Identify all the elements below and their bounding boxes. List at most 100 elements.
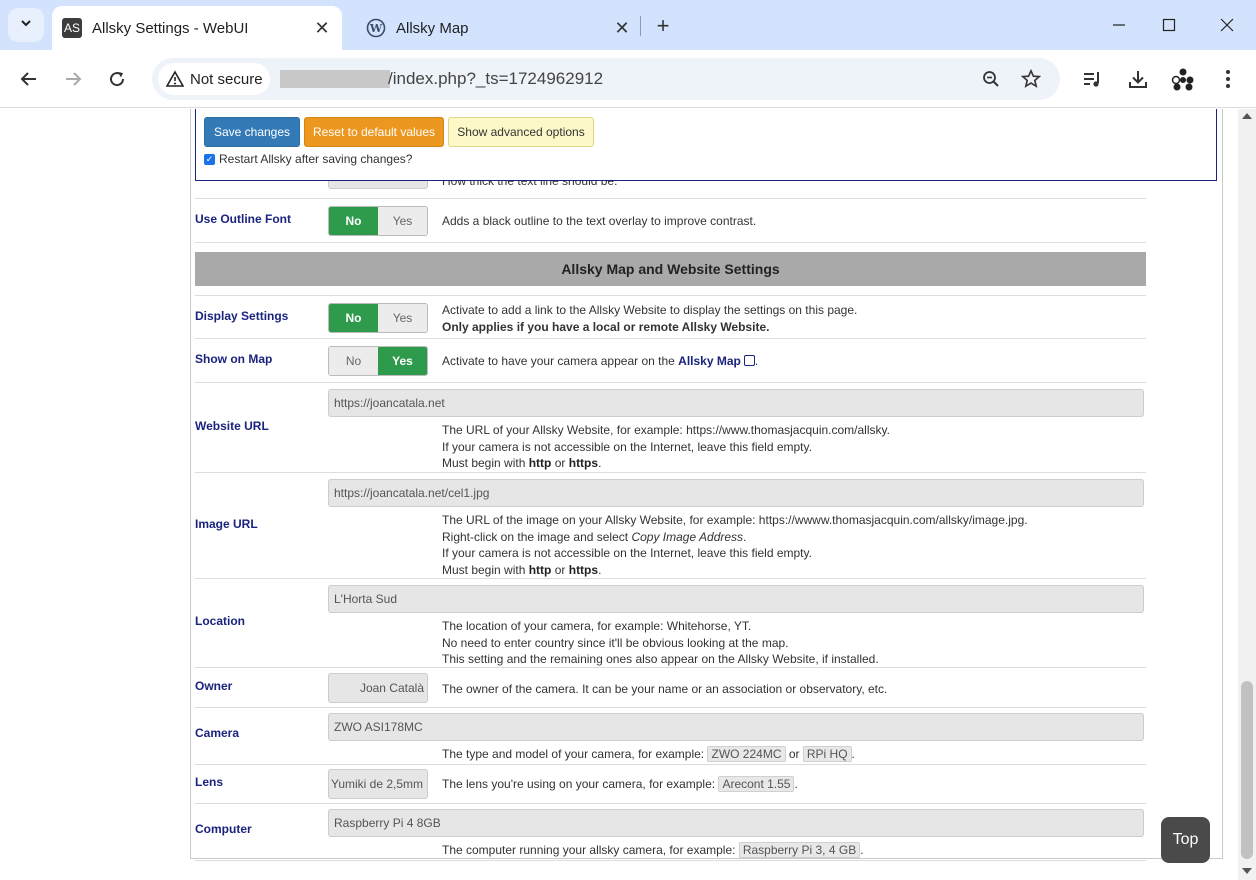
website-url-input[interactable]: https://joancatala.net: [328, 389, 1144, 417]
description-line: Activate to add a link to the Allsky Web…: [442, 303, 858, 317]
description-text: The lens you're using on your camera, fo…: [442, 777, 716, 791]
download-icon[interactable]: [1121, 62, 1155, 96]
description-line: Right-click on the image and select Copy…: [442, 529, 747, 544]
scroll-top-button[interactable]: Top: [1161, 817, 1210, 863]
setting-description: The computer running your allsky camera,…: [442, 842, 864, 858]
settings-action-bar: Save changes Reset to default values Sho…: [195, 109, 1217, 181]
wordpress-icon: W: [366, 18, 386, 38]
svg-text:W: W: [369, 22, 383, 35]
redacted-host: [280, 70, 390, 88]
tab-search-button[interactable]: [8, 8, 44, 42]
maximize-icon[interactable]: [1146, 8, 1192, 42]
setting-description: Adds a black outline to the text overlay…: [442, 214, 757, 228]
forward-icon[interactable]: [56, 62, 90, 96]
toggle-yes[interactable]: Yes: [378, 347, 427, 375]
more-menu-icon[interactable]: [1211, 62, 1245, 96]
restart-label: Restart Allsky after saving changes?: [219, 152, 413, 166]
allsky-favicon-icon: AS: [62, 18, 82, 38]
minimize-icon[interactable]: [1096, 8, 1142, 42]
reset-defaults-button[interactable]: Reset to default values: [304, 117, 444, 147]
media-controls-icon[interactable]: [1076, 62, 1110, 96]
setting-label: Owner: [195, 679, 233, 693]
toggle-no[interactable]: No: [329, 304, 378, 332]
toggle-yes[interactable]: Yes: [378, 207, 427, 235]
setting-description: Activate to add a link to the Allsky Web…: [442, 302, 857, 335]
new-tab-button[interactable]: +: [648, 11, 678, 41]
close-icon[interactable]: ✕: [610, 16, 634, 40]
http-text: http: [528, 563, 552, 578]
settings-row-website-url: Website URL https://joancatala.net The U…: [195, 383, 1146, 473]
image-url-input[interactable]: https://joancatala.net/cel1.jpg: [328, 479, 1144, 507]
save-changes-button[interactable]: Save changes: [204, 117, 300, 147]
zoom-icon[interactable]: [978, 66, 1004, 92]
copy-image-address-text: Copy Image Address: [631, 529, 744, 544]
example-code: RPi HQ: [802, 746, 852, 762]
address-bar[interactable]: Not secure /index.php?_ts=1724962912: [152, 58, 1060, 100]
security-indicator[interactable]: Not secure: [158, 63, 270, 95]
scroll-up-arrow-icon[interactable]: [1242, 113, 1252, 119]
outline-font-toggle[interactable]: No Yes: [328, 206, 428, 236]
or-text: or: [554, 563, 566, 578]
allsky-map-link[interactable]: Allsky Map: [678, 354, 741, 368]
setting-description: The URL of your Allsky Website, for exam…: [442, 422, 890, 472]
scrollbar[interactable]: [1238, 109, 1256, 880]
section-header: Allsky Map and Website Settings: [195, 252, 1146, 286]
tab-title: Allsky Settings - WebUI: [92, 19, 249, 37]
show-on-map-toggle[interactable]: No Yes: [328, 346, 428, 376]
description-line: Must begin with http or https.: [442, 456, 602, 471]
restart-checkbox-row[interactable]: ✓ Restart Allsky after saving changes?: [204, 152, 412, 166]
url-text: /index.php?_ts=1724962912: [388, 69, 604, 88]
description-line: The URL of your Allsky Website, for exam…: [442, 423, 890, 437]
description-line: This setting and the remaining ones also…: [442, 652, 879, 667]
toggle-no[interactable]: No: [329, 207, 378, 235]
setting-label: Camera: [195, 726, 240, 740]
toggle-yes[interactable]: Yes: [378, 304, 427, 332]
location-input[interactable]: L'Horta Sud: [328, 585, 1144, 613]
http-text: http: [528, 456, 552, 471]
external-link-icon[interactable]: [743, 355, 755, 366]
chevron-down-icon: [19, 16, 33, 35]
settings-row-lens: Lens Yumiki de 2,5mm c The lens you're u…: [195, 765, 1146, 804]
settings-row-show-on-map: Show on Map No Yes Activate to have your…: [195, 339, 1146, 383]
scrollbar-thumb[interactable]: [1241, 681, 1253, 859]
tab-allsky-map[interactable]: W Allsky Map ✕: [356, 6, 642, 50]
settings-row-location: Location L'Horta Sud The location of you…: [195, 579, 1146, 668]
tab-allsky-settings[interactable]: AS Allsky Settings - WebUI ✕: [52, 6, 342, 50]
description-note: Only applies if you have a local or remo…: [442, 319, 770, 334]
computer-input[interactable]: Raspberry Pi 4 8GB: [328, 809, 1144, 837]
close-icon[interactable]: ✕: [310, 16, 334, 40]
description-text: The type and model of your camera, for e…: [442, 747, 705, 761]
window-close-icon[interactable]: [1204, 8, 1250, 42]
extension-icon[interactable]: [1166, 62, 1200, 96]
https-text: https: [568, 563, 599, 578]
https-text: https: [568, 456, 599, 471]
bookmark-star-icon[interactable]: [1018, 66, 1044, 92]
tab-separator: [640, 16, 641, 36]
scroll-down-arrow-icon[interactable]: [1242, 868, 1252, 874]
checkmark-icon[interactable]: ✓: [204, 153, 215, 165]
setting-label: Location: [195, 614, 245, 628]
setting-label: Display Settings: [195, 309, 289, 323]
owner-input[interactable]: Joan Català: [328, 673, 428, 703]
setting-label: Computer: [195, 822, 252, 836]
camera-input[interactable]: ZWO ASI178MC: [328, 713, 1144, 741]
show-advanced-button[interactable]: Show advanced options: [448, 117, 594, 147]
description-line: If your camera is not accessible on the …: [442, 439, 812, 454]
tab-strip: AS Allsky Settings - WebUI ✕ W Allsky Ma…: [0, 0, 1256, 50]
toggle-no[interactable]: No: [329, 347, 378, 375]
settings-row-image-url: Image URL https://joancatala.net/cel1.jp…: [195, 473, 1146, 579]
description-line: If your camera is not accessible on the …: [442, 546, 812, 561]
settings-row-owner: Owner Joan Català The owner of the camer…: [195, 668, 1146, 708]
back-icon[interactable]: [12, 62, 46, 96]
settings-row-outline-font: Use Outline Font No Yes Adds a black out…: [195, 199, 1146, 243]
example-code: Raspberry Pi 3, 4 GB: [738, 842, 861, 858]
lens-input[interactable]: Yumiki de 2,5mm c: [328, 769, 428, 799]
description-text: Right-click on the image and select: [442, 529, 629, 544]
tab-title: Allsky Map: [396, 19, 469, 37]
setting-description: The URL of the image on your Allsky Webs…: [442, 512, 1028, 579]
security-label: Not secure: [190, 70, 263, 88]
description-line: Must begin with http or https.: [442, 563, 602, 578]
display-settings-toggle[interactable]: No Yes: [328, 303, 428, 333]
example-code: Arecont 1.55: [718, 776, 795, 792]
reload-icon[interactable]: [100, 62, 134, 96]
